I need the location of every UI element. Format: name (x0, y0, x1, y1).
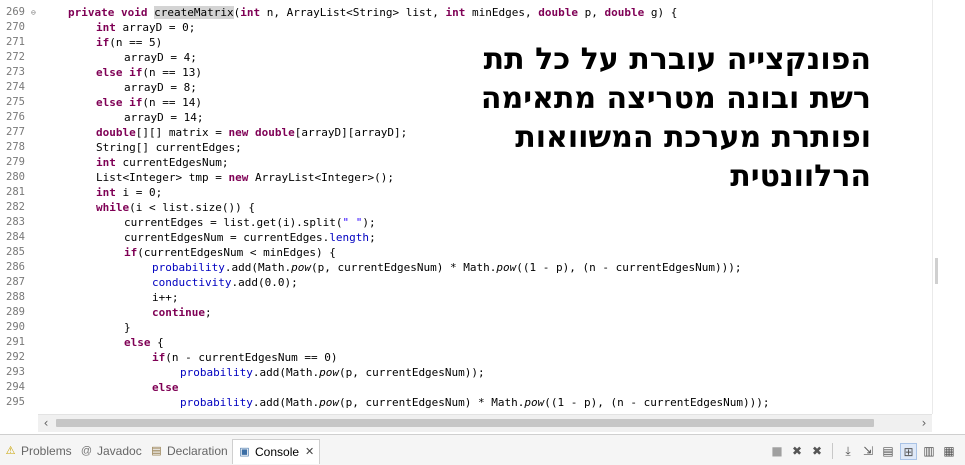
code-line: } (124, 321, 131, 334)
remove-launch-icon[interactable]: ✖ (789, 443, 805, 459)
code-line: probability.add(Math.pow(p, currentEdges… (180, 396, 770, 409)
line-number: 291 (6, 336, 25, 348)
tab-declaration[interactable]: ▤ Declaration (150, 441, 228, 461)
remove-all-terminated-icon[interactable]: ✖ (809, 443, 825, 459)
line-number: 292 (6, 351, 25, 363)
tab-javadoc[interactable]: @ Javadoc (80, 441, 142, 461)
pin-console-icon[interactable]: ⊞ (900, 442, 917, 460)
line-number: 280 (6, 171, 25, 183)
code-line: else if(n == 13) (96, 66, 202, 79)
javadoc-icon: @ (80, 444, 93, 457)
annotation-line: ופותרת מערכת המשוואות (515, 120, 871, 155)
line-number: 290 (6, 321, 25, 333)
show-console-on-output-icon[interactable]: ▤ (880, 443, 896, 459)
line-number: 279 (6, 156, 25, 168)
line-number: 285 (6, 246, 25, 258)
line-number: 271 (6, 36, 25, 48)
code-line: currentEdgesNum = currentEdges.length; (124, 231, 376, 244)
code-line: int currentEdgesNum; (96, 156, 229, 169)
line-number: 274 (6, 81, 25, 93)
hebrew-annotation: הפונקצייה עוברת על כל תת רשת ובונה מטריצ… (425, 36, 877, 200)
line-number: 286 (6, 261, 25, 273)
code-line: currentEdges = list.get(i).split(" "); (124, 216, 376, 229)
console-icon: ▣ (239, 445, 250, 458)
annotation-line: הרלוונטית (730, 159, 871, 194)
bottom-panel-tabs: ⚠ Problems @ Javadoc ▤ Declaration ▣ Con… (0, 434, 965, 465)
code-line: List<Integer> tmp = new ArrayList<Intege… (96, 171, 395, 184)
scrollbar-thumb[interactable] (56, 419, 874, 427)
line-number: 287 (6, 276, 25, 288)
tab-label: Javadoc (97, 444, 142, 458)
line-number: 273 (6, 66, 25, 78)
code-line: int i = 0; (96, 186, 163, 199)
console-toolbar: ■ ✖ ✖ ⤓ ⇲ ▤ ⊞ ▥ ▦ (769, 441, 957, 461)
open-console-icon[interactable]: ▦ (941, 443, 957, 459)
annotation-line: רשת ובונה מטריצה מתאימה (480, 81, 871, 116)
code-line: i++; (152, 291, 179, 304)
code-line: if(n - currentEdgesNum == 0) (152, 351, 338, 364)
terminate-icon[interactable]: ■ (769, 443, 785, 459)
tab-label: Declaration (167, 444, 228, 458)
overview-marker[interactable] (935, 258, 938, 284)
tab-problems[interactable]: ⚠ Problems (4, 441, 72, 461)
line-number: 276 (6, 111, 25, 123)
word-wrap-icon[interactable]: ⇲ (860, 443, 876, 459)
scroll-left-icon[interactable]: ‹ (38, 415, 54, 432)
code-line: if(n == 5) (96, 36, 163, 49)
close-icon[interactable]: ✕ (305, 440, 314, 464)
code-line: int arrayD = 0; (96, 21, 196, 34)
horizontal-scrollbar[interactable]: ‹ › (38, 414, 932, 432)
tab-label: Console (255, 445, 300, 459)
tab-label: Problems (21, 444, 72, 458)
tab-console[interactable]: ▣ Console ✕ (232, 439, 321, 464)
line-number: 284 (6, 231, 25, 243)
scroll-right-icon[interactable]: › (916, 415, 932, 432)
line-number: 275 (6, 96, 25, 108)
code-editor[interactable]: 269 ⊖ 270 271 272 273 274 275 276 277 27… (0, 0, 932, 414)
code-line: probability.add(Math.pow(p, currentEdges… (152, 261, 742, 274)
code-line: arrayD = 14; (124, 111, 204, 124)
line-number: 269 (6, 6, 25, 18)
code-line: arrayD = 4; (124, 51, 197, 64)
line-number: 289 (6, 306, 25, 318)
line-number: 278 (6, 141, 25, 153)
line-number: 270 (6, 21, 25, 33)
code-line: while(i < list.size()) { (96, 201, 255, 214)
code-line: if(currentEdgesNum < minEdges) { (124, 246, 336, 259)
toolbar-separator (832, 443, 833, 459)
line-number: 277 (6, 126, 25, 138)
display-selected-console-icon[interactable]: ▥ (921, 443, 937, 459)
code-line: continue; (152, 306, 212, 319)
scroll-lock-icon[interactable]: ⤓ (840, 443, 856, 459)
code-line: arrayD = 8; (124, 81, 197, 94)
vertical-ruler[interactable] (932, 0, 965, 414)
code-line: else (152, 381, 179, 394)
problems-icon: ⚠ (5, 444, 16, 457)
fold-collapse-icon[interactable]: ⊖ (31, 8, 40, 17)
line-number: 293 (6, 366, 25, 378)
code-line: else { (124, 336, 164, 349)
code-line: double[][] matrix = new double[arrayD][a… (96, 126, 408, 139)
line-number: 295 (6, 396, 25, 408)
line-number: 294 (6, 381, 25, 393)
line-number-gutter: 269 ⊖ 270 271 272 273 274 275 276 277 27… (0, 0, 40, 414)
code-line: conductivity.add(0.0); (152, 276, 298, 289)
code-line: else if(n == 14) (96, 96, 202, 109)
line-number: 282 (6, 201, 25, 213)
line-number: 283 (6, 216, 25, 228)
line-number: 288 (6, 291, 25, 303)
code-line: String[] currentEdges; (96, 141, 242, 154)
annotation-line: הפונקצייה עוברת על כל תת (483, 42, 871, 77)
code-line: private void createMatrix(int n, ArrayLi… (68, 6, 678, 19)
line-number: 281 (6, 186, 25, 198)
declaration-icon: ▤ (151, 444, 162, 457)
code-line: probability.add(Math.pow(p, currentEdges… (180, 366, 485, 379)
line-number: 272 (6, 51, 25, 63)
